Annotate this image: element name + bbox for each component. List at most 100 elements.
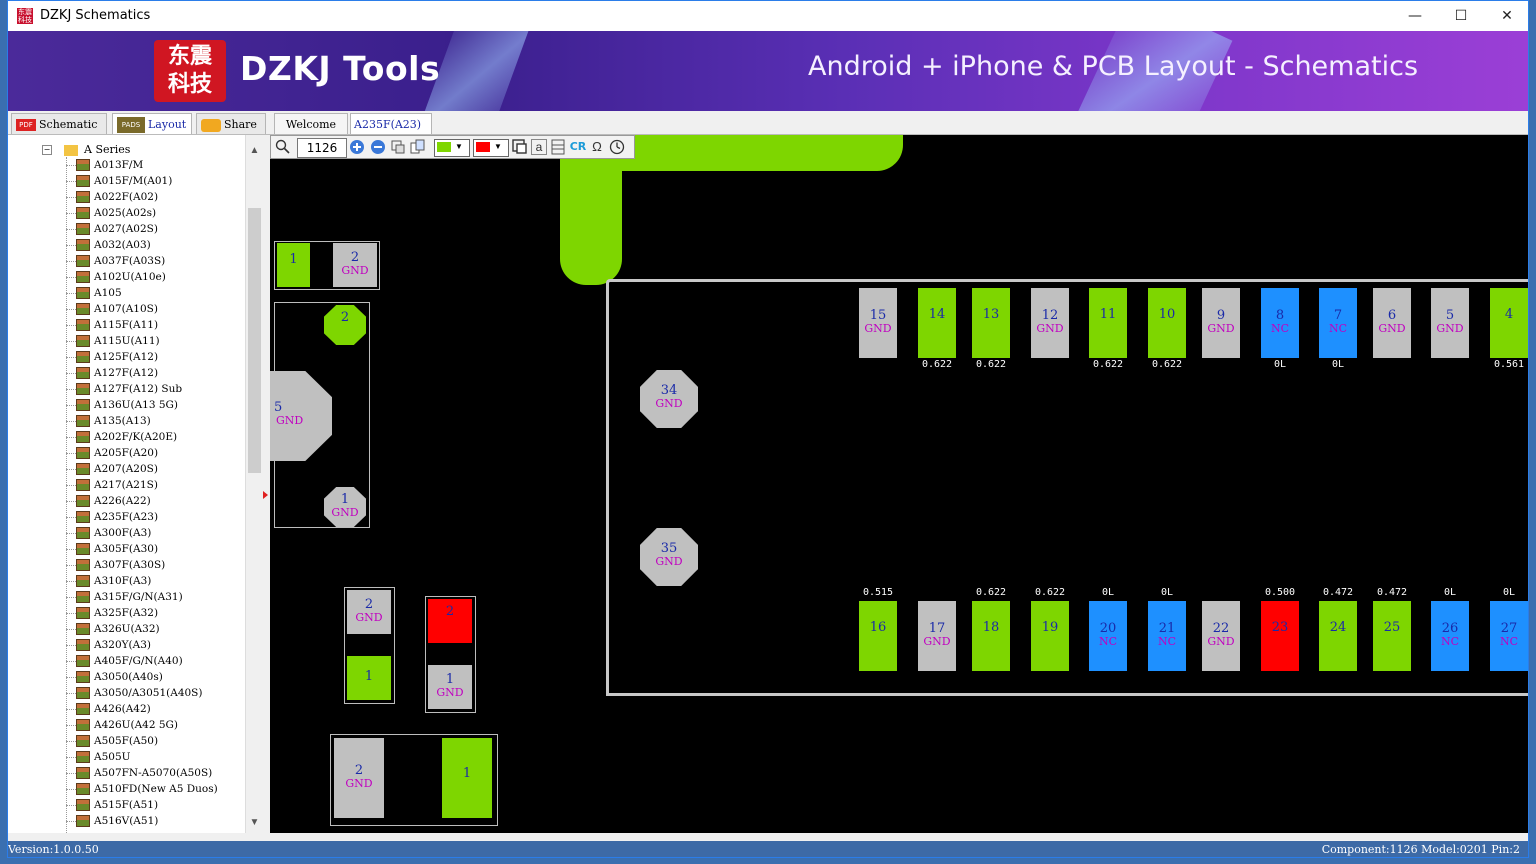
tree-item[interactable]: A405F/G/N(A40) bbox=[66, 653, 183, 669]
tree-item[interactable]: A516V(A51) bbox=[66, 813, 158, 829]
tree-item[interactable]: A217(A21S) bbox=[66, 477, 158, 493]
tree-item[interactable]: A125F(A12) bbox=[66, 349, 158, 365]
scroll-thumb[interactable] bbox=[248, 208, 261, 473]
tree-scrollbar[interactable]: ▲ ▼ bbox=[245, 135, 263, 833]
pad[interactable]: 2 GND bbox=[347, 590, 391, 634]
tree-item[interactable]: A115F(A11) bbox=[66, 317, 158, 333]
tree-item[interactable]: A315F/G/N(A31) bbox=[66, 589, 183, 605]
tree-item[interactable]: A025(A02s) bbox=[66, 205, 156, 221]
magnifier-icon[interactable] bbox=[275, 139, 291, 155]
tree-node-series[interactable]: − A Series bbox=[42, 143, 130, 156]
tree-item[interactable]: A032(A03) bbox=[66, 237, 151, 253]
pad[interactable]: 15 GND bbox=[859, 288, 897, 358]
pad[interactable]: 2 bbox=[324, 305, 366, 345]
pad[interactable]: 16 bbox=[859, 601, 897, 671]
pcb-layout-canvas[interactable]: 1126 ▼ ▼ a CR Ω 1 2 GND 2 5 GND 1 GND 2 … bbox=[270, 135, 1528, 833]
copy-view-icon[interactable] bbox=[410, 139, 426, 155]
tree-item[interactable]: A507FN-A5070(A50S) bbox=[66, 765, 212, 781]
rotate-icon[interactable] bbox=[609, 139, 625, 155]
scroll-up-icon[interactable]: ▲ bbox=[246, 143, 263, 159]
pad[interactable]: 19 bbox=[1031, 601, 1069, 671]
layers-icon[interactable] bbox=[512, 139, 528, 155]
pad[interactable]: 14 bbox=[918, 288, 956, 358]
color-picker-a[interactable]: ▼ bbox=[434, 139, 470, 157]
pad[interactable]: 1 bbox=[277, 243, 310, 287]
pad[interactable]: 22 GND bbox=[1202, 601, 1240, 671]
pad[interactable]: 4 bbox=[1490, 288, 1528, 358]
pad[interactable]: 1 bbox=[347, 656, 391, 700]
tree-item[interactable]: A515F(A51) bbox=[66, 797, 158, 813]
tree-item[interactable]: A022F(A02) bbox=[66, 189, 158, 205]
tree-item[interactable]: A037F(A03S) bbox=[66, 253, 165, 269]
tree-item[interactable]: A326U(A32) bbox=[66, 621, 160, 637]
color-picker-b[interactable]: ▼ bbox=[473, 139, 509, 157]
pad[interactable]: 11 bbox=[1089, 288, 1127, 358]
tree-item[interactable]: A127F(A12) Sub bbox=[66, 381, 182, 397]
pad[interactable]: 26 NC bbox=[1431, 601, 1469, 671]
tree-item[interactable]: A127F(A12) bbox=[66, 365, 158, 381]
tree-item[interactable]: A3050/A3051(A40S) bbox=[66, 685, 202, 701]
pad[interactable]: 34 GND bbox=[640, 370, 698, 428]
tree-item[interactable]: A015F/M(A01) bbox=[66, 173, 172, 189]
tree-item[interactable]: A235F(A23) bbox=[66, 509, 158, 525]
splitter-arrow-icon[interactable] bbox=[263, 491, 268, 499]
splitter[interactable] bbox=[262, 135, 270, 833]
pad[interactable]: 18 bbox=[972, 601, 1010, 671]
pad[interactable]: 6 GND bbox=[1373, 288, 1411, 358]
pad[interactable]: 1 GND bbox=[428, 665, 472, 709]
tree-item[interactable]: A202F/K(A20E) bbox=[66, 429, 177, 445]
tree-item[interactable]: A207(A20S) bbox=[66, 461, 158, 477]
pad[interactable]: 5 GND bbox=[1431, 288, 1469, 358]
pad[interactable]: 25 bbox=[1373, 601, 1411, 671]
maximize-button[interactable]: ☐ bbox=[1438, 1, 1484, 31]
tree-item[interactable]: A226(A22) bbox=[66, 493, 151, 509]
zoom-out-icon[interactable] bbox=[370, 139, 386, 155]
tree-item[interactable]: A102U(A10e) bbox=[66, 269, 166, 285]
tab-schematic[interactable]: PDF Schematic bbox=[11, 113, 107, 134]
tree-item[interactable]: A325F(A32) bbox=[66, 605, 158, 621]
tree-item[interactable]: A3050(A40s) bbox=[66, 669, 163, 685]
tree-item[interactable]: A320Y(A3) bbox=[66, 637, 151, 653]
pad[interactable]: 9 GND bbox=[1202, 288, 1240, 358]
pad[interactable]: 1 bbox=[442, 738, 492, 818]
outline-toggle-icon[interactable] bbox=[550, 139, 566, 155]
tree-item[interactable]: A505F(A50) bbox=[66, 733, 158, 749]
tab-layout[interactable]: PADS Layout bbox=[112, 113, 192, 134]
close-button[interactable]: ✕ bbox=[1484, 1, 1528, 31]
tree-item[interactable]: A426(A42) bbox=[66, 701, 151, 717]
tree-item[interactable]: A310F(A3) bbox=[66, 573, 151, 589]
tree-item[interactable]: A205F(A20) bbox=[66, 445, 158, 461]
tree-item[interactable]: A013F/M bbox=[66, 157, 143, 173]
pad[interactable]: 20 NC bbox=[1089, 601, 1127, 671]
tree-item[interactable]: A426U(A42 5G) bbox=[66, 717, 178, 733]
pad[interactable]: 17 GND bbox=[918, 601, 956, 671]
tree-item[interactable]: A115U(A11) bbox=[66, 333, 160, 349]
tree-item[interactable]: A135(A13) bbox=[66, 413, 151, 429]
pad[interactable]: 21 NC bbox=[1148, 601, 1186, 671]
tab-welcome[interactable]: Welcome bbox=[274, 113, 348, 134]
pad[interactable]: 2 bbox=[428, 599, 472, 643]
tree-item[interactable]: A107(A10S) bbox=[66, 301, 158, 317]
pad[interactable]: 12 GND bbox=[1031, 288, 1069, 358]
text-toggle-icon[interactable]: a bbox=[531, 139, 547, 155]
zoom-input[interactable]: 1126 bbox=[297, 138, 347, 158]
pad[interactable]: 7 NC bbox=[1319, 288, 1357, 358]
zoom-in-icon[interactable] bbox=[349, 139, 365, 155]
tab-share[interactable]: Share bbox=[196, 113, 266, 134]
cr-button[interactable]: CR bbox=[569, 139, 587, 155]
pad[interactable]: 1 GND bbox=[324, 487, 366, 527]
tree-item[interactable]: A027(A02S) bbox=[66, 221, 158, 237]
pad[interactable]: 35 GND bbox=[640, 528, 698, 586]
pad[interactable]: 2 GND bbox=[334, 738, 384, 818]
tree-item[interactable]: A105 bbox=[66, 285, 122, 301]
tree-item[interactable]: A300F(A3) bbox=[66, 525, 151, 541]
fit-view-icon[interactable] bbox=[390, 139, 406, 155]
ohm-button[interactable]: Ω bbox=[589, 139, 605, 155]
pad[interactable]: 8 NC bbox=[1261, 288, 1299, 358]
pad[interactable]: 23 bbox=[1261, 601, 1299, 671]
collapse-icon[interactable]: − bbox=[42, 145, 52, 155]
pad[interactable]: 10 bbox=[1148, 288, 1186, 358]
tree-item[interactable]: A510FD(New A5 Duos) bbox=[66, 781, 218, 797]
tree-item[interactable]: A305F(A30) bbox=[66, 541, 158, 557]
tree-item[interactable]: A307F(A30S) bbox=[66, 557, 165, 573]
